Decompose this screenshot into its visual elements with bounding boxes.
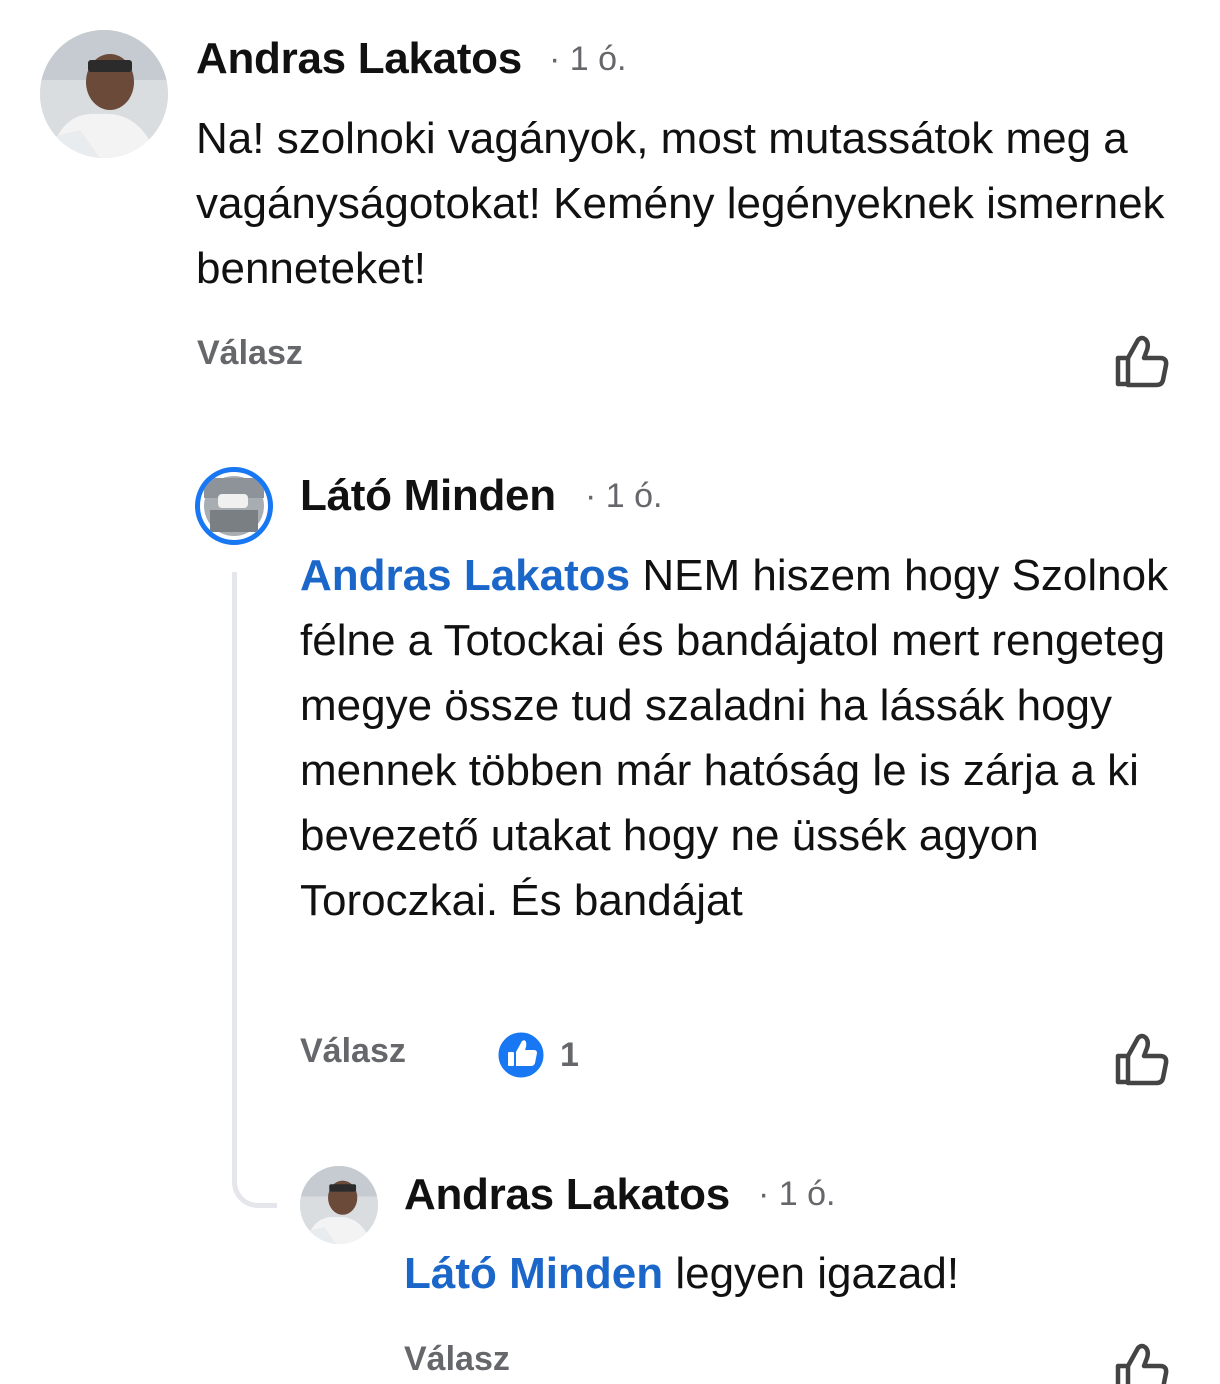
profile-photo-icon: [300, 1166, 378, 1244]
comment-timestamp[interactable]: · 1 ó.: [585, 477, 662, 516]
avatar-lato-minden[interactable]: [195, 467, 273, 545]
reaction-count: 1: [560, 1036, 579, 1074]
comment-text: Andras Lakatos NEM hiszem hogy Szolnok f…: [300, 543, 1180, 933]
mention-link[interactable]: Andras Lakatos: [300, 551, 630, 600]
avatar-andras-lakatos[interactable]: [40, 30, 168, 158]
thread-connector-line: [232, 572, 277, 1208]
comment-text-content: legyen igazad!: [675, 1249, 960, 1298]
comment-timestamp[interactable]: · 1 ó.: [549, 40, 626, 79]
reply-button[interactable]: Válasz: [300, 1032, 406, 1071]
profile-photo-icon: [40, 30, 168, 158]
like-button[interactable]: [1112, 1032, 1172, 1088]
comment-author[interactable]: Látó Minden: [300, 471, 556, 521]
like-button[interactable]: [1112, 334, 1172, 390]
thumbs-up-outline-icon: [1115, 335, 1169, 388]
thumbs-up-outline-icon: [1115, 1033, 1169, 1086]
thumbs-up-outline-icon: [1115, 1343, 1169, 1384]
reply-button[interactable]: Válasz: [404, 1340, 510, 1379]
comment-author[interactable]: Andras Lakatos: [404, 1170, 730, 1220]
like-reaction-icon: [495, 1029, 547, 1081]
comment-text: Látó Minden legyen igazad!: [404, 1241, 1194, 1306]
reply-button[interactable]: Válasz: [197, 334, 303, 373]
comment-author[interactable]: Andras Lakatos: [196, 34, 522, 84]
comment-timestamp[interactable]: · 1 ó.: [758, 1175, 835, 1214]
like-button[interactable]: [1112, 1342, 1172, 1384]
comment-text: Na! szolnoki vagányok, most mutassátok m…: [196, 114, 1165, 293]
avatar-andras-lakatos[interactable]: [300, 1166, 378, 1244]
profile-photo-icon: [204, 476, 264, 536]
comment-text-content: NEM hiszem hogy Szolnok félne a Totockai…: [300, 551, 1169, 925]
mention-link[interactable]: Látó Minden: [404, 1249, 663, 1298]
